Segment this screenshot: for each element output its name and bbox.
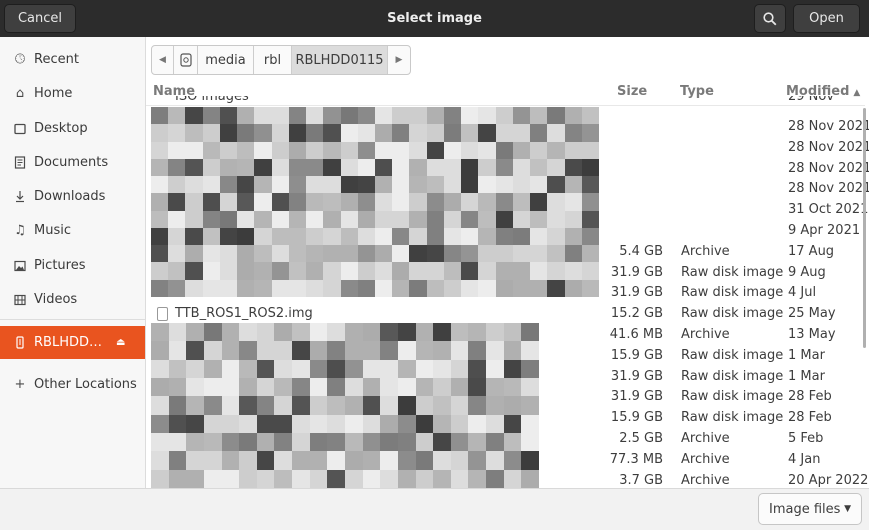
header-divider [146,105,865,106]
sidebar-item-label: Videos [34,292,78,307]
picture-icon [12,258,28,274]
sidebar-item-rblhdd[interactable]: RBLHDD… ⏏ [0,326,145,359]
sidebar-item-documents[interactable]: Documents [0,146,145,179]
sidebar-item-home[interactable]: ⌂ Home [0,77,145,110]
file-type: Archive [681,472,730,488]
file-modified: 1 Mar [788,368,825,384]
file-modified: 28 Nov 2021 [788,181,869,197]
home-icon: ⌂ [15,86,25,101]
document-icon [12,155,28,171]
music-icon: ♫ [14,223,26,238]
file-modified: 28 Nov 2021 [788,119,869,134]
file-modified: 20 Apr 2022 [788,472,869,488]
video-icon [12,292,28,308]
file-modified: 28 Feb [788,410,832,426]
sidebar-item-label: Desktop [34,121,88,136]
file-modified: 17 Aug [788,243,835,259]
file-type: Archive [681,243,730,259]
file-type: Raw disk image [681,264,784,280]
file-modified: 4 Jan [788,451,821,467]
file-type: Archive [681,327,730,342]
file-name: ISO images [175,96,249,104]
file-modified: 28 Nov 2021 [788,160,869,176]
path-segment-drive[interactable] [174,46,198,74]
file-type: Raw disk image [681,368,784,384]
file-type: Raw disk image [681,410,784,426]
cancel-button[interactable]: Cancel [4,4,76,33]
path-bar: ◀ media rbl RBLHDD0115 ▶ [151,45,411,75]
sidebar-item-desktop[interactable]: Desktop [0,112,145,145]
path-forward-arrow[interactable]: ▶ [388,46,410,74]
desktop-icon [12,121,28,137]
header-bar: Cancel Select image Open [0,0,869,37]
path-back-arrow[interactable]: ◀ [152,46,174,74]
sidebar-item-recent[interactable]: 🕓︎ Recent [0,43,145,76]
file-type: Archive [681,431,730,446]
file-modified: 9 Apr 2021 [788,223,861,238]
plus-icon: + [14,377,26,392]
sidebar-item-label: Other Locations [34,377,137,392]
list-scrollbar[interactable] [863,108,866,348]
usb-drive-icon [12,335,28,351]
file-size: 15.2 GB [610,306,663,322]
chevron-down-icon: ▼ [844,504,851,514]
file-type-filter-dropdown[interactable]: Image files ▼ [758,493,862,525]
path-segment-current[interactable]: RBLHDD0115 [292,46,388,74]
obscured-filenames-block [151,323,539,488]
drive-icon [179,53,192,67]
open-button[interactable]: Open [793,4,860,33]
sidebar-item-label: Documents [34,155,109,170]
filter-label: Image files [769,501,841,517]
search-icon [763,11,777,25]
file-modified: 5 Feb [788,431,824,446]
file-modified: 1 Mar [788,347,825,363]
sidebar-divider [0,319,145,320]
file-modified: 25 May [788,306,836,322]
search-button[interactable] [754,4,786,33]
sidebar-item-label: Downloads [34,189,106,204]
dialog-title: Select image [387,11,482,26]
path-segment-rbl[interactable]: rbl [254,46,292,74]
file-modified: 28 Nov 2021 [788,139,869,155]
path-segment-media[interactable]: media [198,46,254,74]
sidebar-item-label: Home [34,86,73,101]
file-modified: 13 May [788,327,836,342]
file-type: Raw disk image [681,389,784,405]
clock-icon: 🕓︎ [14,52,26,67]
sidebar-item-pictures[interactable]: Pictures [0,249,145,282]
download-icon [12,189,28,205]
file-type: Raw disk image [681,306,784,322]
sidebar-item-label: RBLHDD… [34,335,102,350]
file-modified: 31 Oct 2021 [788,202,869,218]
dialog-footer [0,488,869,530]
sidebar-item-downloads[interactable]: Downloads [0,180,145,213]
file-type: Raw disk image [681,285,784,301]
sidebar-item-label: Pictures [34,258,86,273]
sidebar-item-label: Recent [34,52,79,67]
sidebar-item-label: Music [34,223,71,238]
file-modified: 28 Feb [788,389,832,405]
eject-icon[interactable]: ⏏ [116,337,125,348]
file-modified: 9 Aug [788,264,826,280]
sidebar-item-music[interactable]: ♫ Music [0,214,145,247]
file-type: Archive [681,451,730,467]
places-sidebar: 🕓︎ Recent ⌂ Home Desktop Documents Downloa… [0,37,146,488]
sidebar-item-videos[interactable]: Videos [0,283,145,316]
file-modified: 4 Jul [788,285,817,301]
obscured-filenames-block [151,107,599,297]
sidebar-item-other-locations[interactable]: + Other Locations [0,368,145,401]
file-type: Raw disk image [681,347,784,363]
